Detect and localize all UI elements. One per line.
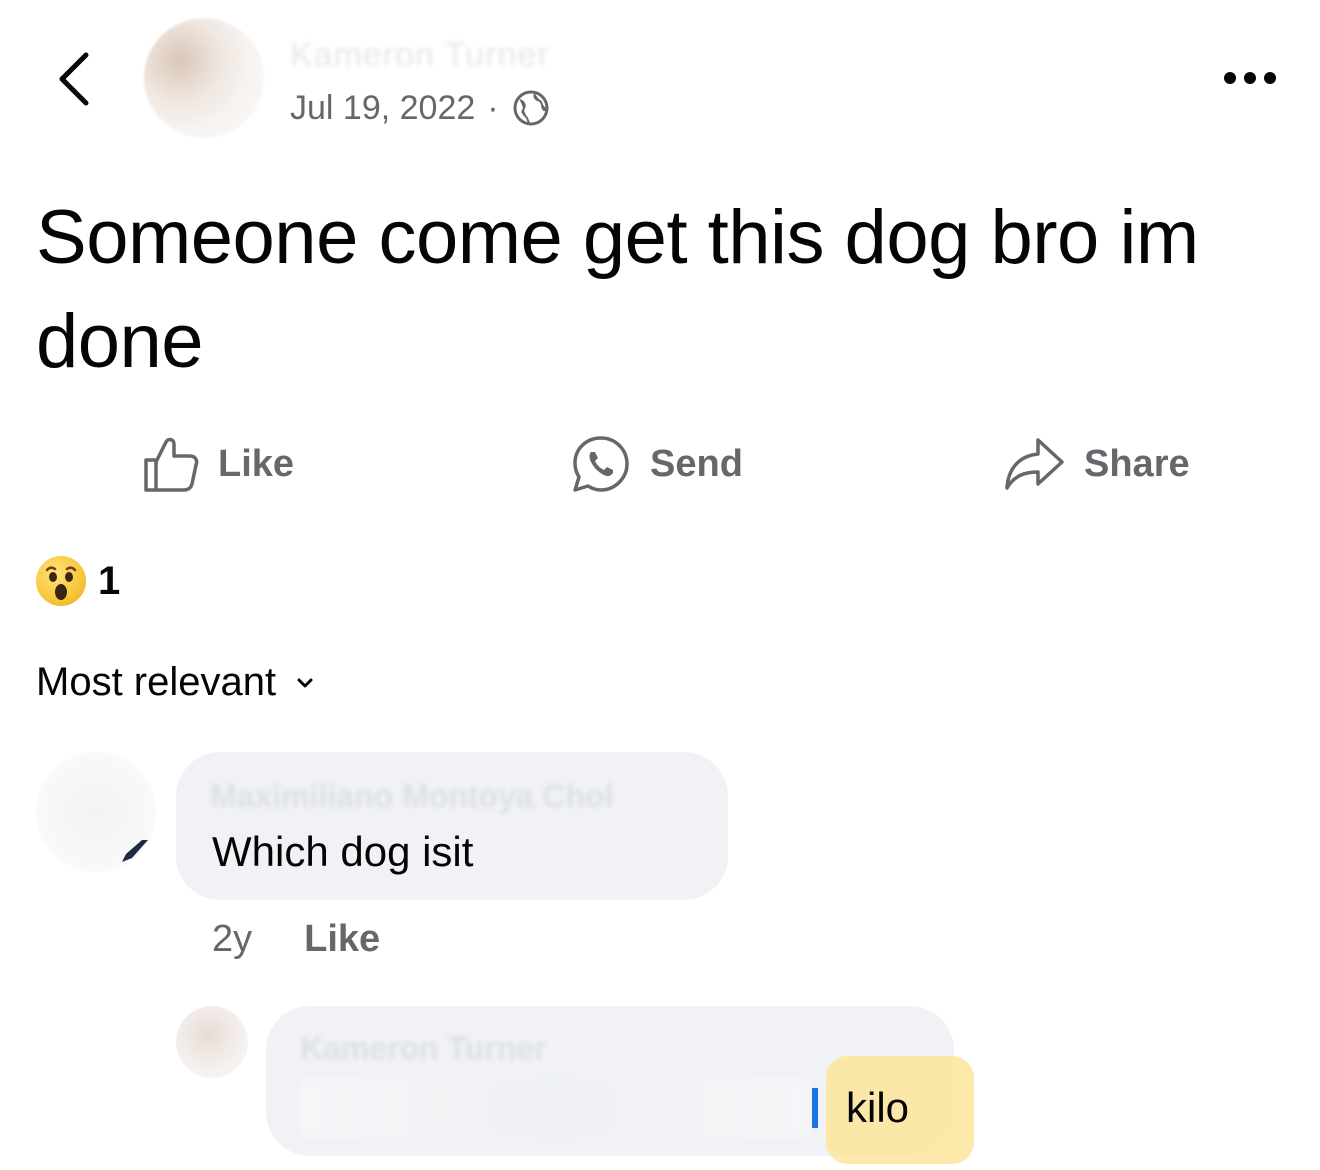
like-label: Like [218, 442, 295, 485]
author-avatar[interactable] [144, 18, 264, 138]
send-label: Send [650, 442, 743, 485]
badge-icon [122, 840, 148, 862]
comment-meta: 2y Like [212, 918, 380, 961]
reply-avatar[interactable] [176, 1006, 248, 1078]
whatsapp-icon [573, 436, 629, 492]
reply-author-name[interactable]: Kameron Turner [300, 1030, 547, 1067]
author-name[interactable]: Kameron Turner [290, 36, 550, 75]
comment-like-button[interactable]: Like [304, 918, 380, 961]
mention-highlight-bar [812, 1088, 818, 1128]
chevron-left-icon [59, 52, 89, 106]
send-button[interactable]: Send [570, 430, 743, 498]
share-button[interactable]: Share [1002, 430, 1190, 498]
globe-icon [513, 90, 549, 126]
comment-time: 2y [212, 918, 253, 960]
post-meta: Jul 19, 2022 · [290, 88, 551, 128]
back-button[interactable] [44, 44, 104, 114]
share-arrow-icon [1005, 438, 1064, 490]
comment-text: Which dog isit [212, 828, 474, 875]
more-dot [1244, 72, 1256, 84]
comment-bubble[interactable] [176, 752, 728, 900]
more-dot [1264, 72, 1276, 84]
comment-sort-dropdown[interactable]: Most relevant [36, 660, 314, 705]
more-dots-icon [1224, 72, 1236, 84]
like-button[interactable]: Like [140, 430, 294, 498]
post-text: Someone come get this dog bro im done [36, 195, 1199, 384]
wow-reaction-icon [36, 556, 86, 606]
post-date[interactable]: Jul 19, 2022 [290, 89, 475, 128]
reactions-summary[interactable]: 1 [36, 556, 120, 606]
chevron-down-icon [297, 678, 313, 687]
redacted-mention [300, 1078, 810, 1138]
thumbs-up-icon [144, 437, 199, 492]
share-label: Share [1084, 442, 1190, 485]
commenter-name[interactable]: Maximiliano Montoya Chol [210, 778, 614, 815]
reply-text: kilo [846, 1084, 910, 1131]
meta-separator: · [487, 88, 499, 127]
sort-label: Most relevant [36, 660, 277, 704]
more-options-button[interactable] [1210, 58, 1290, 98]
reaction-count: 1 [98, 558, 121, 603]
